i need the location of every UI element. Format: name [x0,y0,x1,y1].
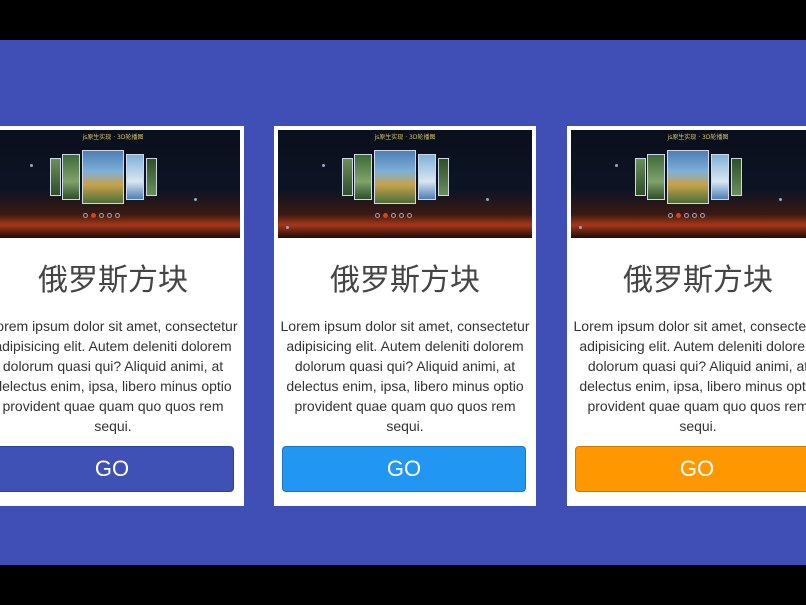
carousel-slide [711,154,729,200]
pagination-dot[interactable] [407,213,412,218]
card-description: Lorem ipsum dolor sit amet, consectetur … [573,318,806,434]
thumbnail-caption: js原生实现 · 3D轮播图 [374,134,436,141]
pagination-dot-active[interactable] [91,213,96,218]
carousel-slide-active [667,150,709,204]
carousel-pagination [375,213,412,218]
carousel-thumbnail[interactable]: js原生实现 · 3D轮播图 [278,130,532,238]
pagination-dot[interactable] [692,213,697,218]
pagination-dot[interactable] [684,213,689,218]
pagination-dot[interactable] [107,213,112,218]
carousel-pagination [668,213,705,218]
carousel-thumbnail[interactable]: js原生实现 · 3D轮播图 [571,130,806,238]
carousel-pagination [83,213,120,218]
pagination-dot[interactable] [399,213,404,218]
card-description: Lorem ipsum dolor sit amet, consectetur … [0,318,238,434]
carousel-slide [342,158,353,196]
carousel-slide [647,154,665,200]
star-icon [779,198,782,201]
carousel-slide [438,158,449,196]
card-title: 俄罗斯方块 [623,263,773,298]
star-icon [615,164,618,167]
carousel-slide [731,158,742,196]
card-title: 俄罗斯方块 [38,263,188,298]
star-icon [286,226,289,229]
project-card: js原生实现 · 3D轮播图 俄罗斯方块 Lorem ipsum dolor s… [274,126,536,506]
project-card: js原生实现 · 3D轮播图 俄罗斯方块 Lorem ipsum dolor s… [0,126,244,506]
pagination-dot-active[interactable] [383,213,388,218]
star-icon [486,198,489,201]
carousel-slide-active [82,150,124,204]
star-icon [322,164,325,167]
carousel-slide [354,154,372,200]
carousel-slide [62,154,80,200]
carousel-slide [50,158,61,196]
star-icon [579,226,582,229]
thumbnail-caption: js原生实现 · 3D轮播图 [82,134,144,141]
go-button[interactable]: GO [0,446,234,492]
carousel-slide [126,154,144,200]
star-icon [194,198,197,201]
carousel-thumbnail[interactable]: js原生实现 · 3D轮播图 [0,130,240,238]
pagination-dot[interactable] [115,213,120,218]
pagination-dot[interactable] [668,213,673,218]
carousel-slide [146,158,157,196]
pagination-dot[interactable] [700,213,705,218]
card-title: 俄罗斯方块 [330,263,480,298]
cards-section: js原生实现 · 3D轮播图 俄罗斯方块 Lorem ipsum dolor s… [0,40,806,565]
star-icon [30,164,33,167]
pagination-dot[interactable] [375,213,380,218]
card-description: Lorem ipsum dolor sit amet, consectetur … [280,318,530,434]
pagination-dot-active[interactable] [676,213,681,218]
thumbnail-caption: js原生实现 · 3D轮播图 [667,134,729,141]
pagination-dot[interactable] [83,213,88,218]
carousel-slide [635,158,646,196]
carousel-slide-active [374,150,416,204]
pagination-dot[interactable] [99,213,104,218]
go-button[interactable]: GO [282,446,526,492]
carousel-slide [418,154,436,200]
pagination-dot[interactable] [391,213,396,218]
project-card: js原生实现 · 3D轮播图 俄罗斯方块 Lorem ipsum dolor s… [567,126,806,506]
go-button[interactable]: GO [575,446,806,492]
